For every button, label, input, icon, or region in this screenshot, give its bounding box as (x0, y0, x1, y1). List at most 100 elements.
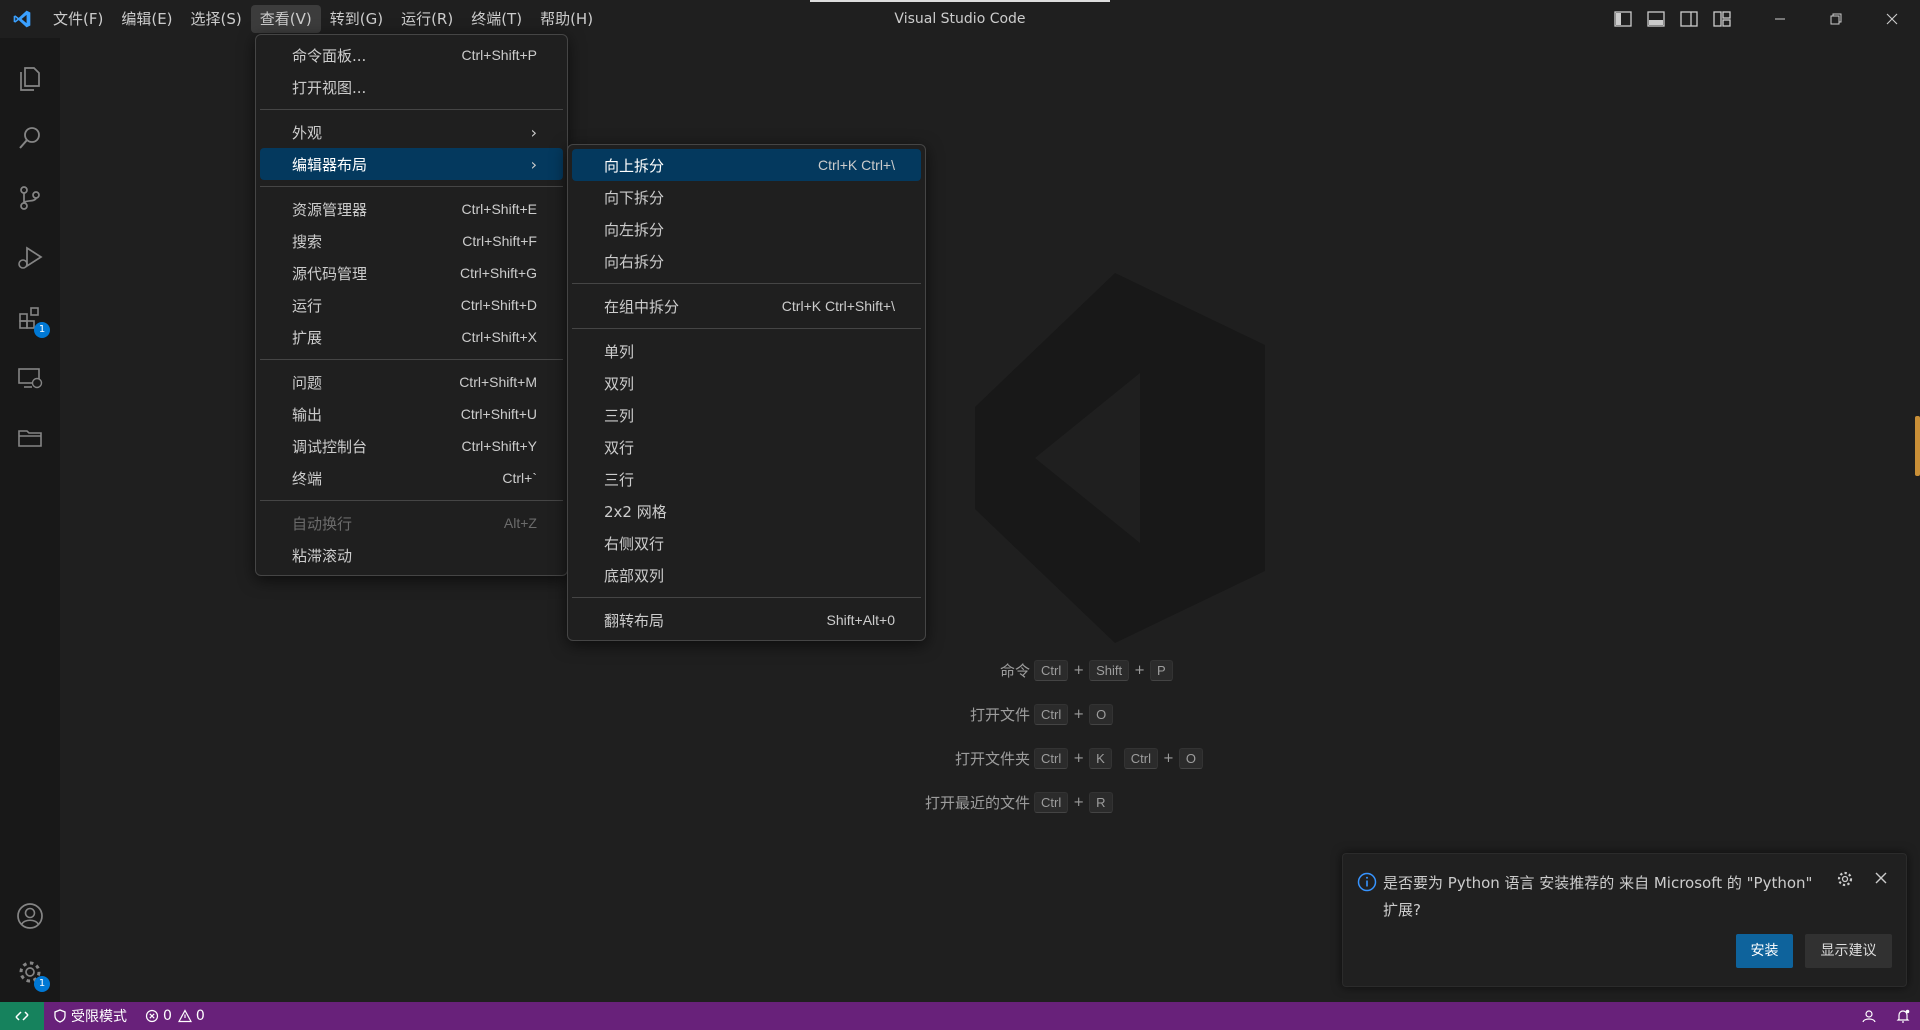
menu-item[interactable]: 在组中拆分 Ctrl+K Ctrl+Shift+\ (572, 290, 921, 322)
notification-toast: 是否要为 Python 语言 安装推荐的 来自 Microsoft 的 "Pyt… (1342, 853, 1907, 987)
close-icon[interactable] (1873, 870, 1889, 890)
menu-item-shortcut: Ctrl+Shift+M (459, 374, 537, 390)
menu-item[interactable]: 向右拆分 (572, 245, 921, 277)
plus-sign: + (1134, 662, 1146, 678)
feedback-icon[interactable] (1852, 1002, 1886, 1030)
problems-status[interactable]: 0 0 (136, 1002, 214, 1030)
welcome-shortcut-row[interactable]: 打开最近的文件 Ctrl + R (820, 790, 1320, 814)
toggle-secondary-sidebar-icon[interactable] (1672, 0, 1705, 38)
settings-gear-icon[interactable]: 1 (0, 944, 60, 1000)
explorer-icon[interactable] (0, 50, 60, 106)
source-control-icon[interactable] (0, 170, 60, 226)
menu-item[interactable]: 运行 Ctrl+Shift+D (260, 289, 563, 321)
menu-item[interactable]: 2x2 网格 (572, 495, 921, 527)
menubar-item[interactable]: 文件(F) (44, 5, 112, 33)
gear-icon[interactable] (1836, 870, 1854, 892)
remote-indicator-icon[interactable] (0, 1002, 44, 1030)
remote-explorer-icon[interactable] (0, 350, 60, 406)
welcome-shortcut-label[interactable]: 打开文件 (970, 704, 1030, 725)
menu-item-label: 问题 (292, 373, 323, 392)
menubar-item[interactable]: 选择(S) (182, 5, 251, 33)
menu-item[interactable]: 终端 Ctrl+` (260, 462, 563, 494)
menu-item[interactable]: 翻转布局 Shift+Alt+0 (572, 604, 921, 636)
welcome-shortcut-label[interactable]: 命令 (1000, 660, 1030, 681)
menu-item[interactable]: 三列 (572, 399, 921, 431)
menu-item[interactable]: 搜索 Ctrl+Shift+F (260, 225, 563, 257)
menu-item[interactable]: 三行 (572, 463, 921, 495)
restore-icon[interactable] (1808, 0, 1864, 38)
menu-item[interactable]: 问题 Ctrl+Shift+M (260, 366, 563, 398)
menu-item[interactable]: 输出 Ctrl+Shift+U (260, 398, 563, 430)
menu-item-shortcut: Ctrl+Shift+X (461, 329, 537, 345)
menu-item[interactable]: 双行 (572, 431, 921, 463)
menu-item-label: 扩展 (292, 328, 323, 347)
menu-item-label: 运行 (292, 296, 323, 315)
menubar-item[interactable]: 运行(R) (392, 5, 462, 33)
customize-layout-icon[interactable] (1705, 0, 1738, 38)
warning-icon (177, 1009, 192, 1023)
menu-item[interactable]: 底部双列 (572, 559, 921, 591)
welcome-shortcut-row[interactable]: 打开文件 Ctrl + O (820, 702, 1320, 726)
chevron-right-icon: › (530, 122, 537, 142)
menu-separator (572, 283, 921, 284)
welcome-shortcut-row[interactable]: 命令 Ctrl + Shift + P (820, 658, 1320, 682)
menu-item[interactable]: 粘滞滚动 (260, 539, 563, 571)
extensions-icon[interactable]: 1 (0, 290, 60, 346)
toggle-primary-sidebar-icon[interactable] (1606, 0, 1639, 38)
folder-icon[interactable] (0, 410, 60, 466)
menubar-item[interactable]: 终端(T) (462, 5, 531, 33)
notifications-bell-icon[interactable] (1886, 1002, 1920, 1030)
accounts-icon[interactable] (0, 888, 60, 944)
menu-item-label: 编辑器布局 (292, 155, 368, 174)
menu-item[interactable]: 打开视图... (260, 71, 563, 103)
toggle-panel-icon[interactable] (1639, 0, 1672, 38)
menubar-item[interactable]: 转到(G) (321, 5, 392, 33)
title-accent-line (810, 0, 1110, 2)
menu-item-label: 向左拆分 (604, 220, 665, 239)
menu-item[interactable]: 资源管理器 Ctrl+Shift+E (260, 193, 563, 225)
search-icon[interactable] (0, 110, 60, 166)
menu-item-label: 终端 (292, 469, 323, 488)
menu-item[interactable]: 向左拆分 (572, 213, 921, 245)
menu-item[interactable]: 双列 (572, 367, 921, 399)
menu-item[interactable]: 源代码管理 Ctrl+Shift+G (260, 257, 563, 289)
minimize-icon[interactable] (1752, 0, 1808, 38)
menu-bar: 文件(F) 编辑(E) 选择(S) 查看(V) 转到(G) 运行(R) 终端(T) 帮助(H) (44, 0, 602, 38)
welcome-shortcut-row[interactable]: 打开文件夹 Ctrl + K Ctrl + O (820, 746, 1320, 770)
menu-item[interactable]: 命令面板... Ctrl+Shift+P (260, 39, 563, 71)
menu-item-label: 三行 (604, 470, 635, 489)
menu-item-label: 搜索 (292, 232, 323, 251)
welcome-shortcut-label[interactable]: 打开文件夹 (955, 748, 1030, 769)
menu-item-label: 2x2 网格 (604, 502, 667, 521)
restricted-mode-status[interactable]: 受限模式 (44, 1002, 136, 1030)
key-cap: Ctrl (1034, 747, 1069, 769)
menu-item-label: 向上拆分 (604, 156, 665, 175)
menu-item-shortcut: Ctrl+K Ctrl+Shift+\ (781, 298, 895, 314)
menu-item[interactable]: 调试控制台 Ctrl+Shift+Y (260, 430, 563, 462)
menu-item-shortcut: Ctrl+Shift+G (459, 265, 537, 281)
settings-badge: 1 (34, 976, 50, 992)
menu-item-shortcut: Ctrl+Shift+Y (461, 438, 537, 454)
menu-item[interactable]: 向上拆分 Ctrl+K Ctrl+\ (572, 149, 921, 181)
menu-item-editor-layout[interactable]: 编辑器布局 › (260, 148, 563, 180)
show-recommendations-button[interactable]: 显示建议 (1805, 934, 1892, 968)
shield-icon (54, 1009, 66, 1023)
editor-layout-submenu: 向上拆分 Ctrl+K Ctrl+\ 向下拆分向左拆分向右拆分 在组中拆分 Ctrl+… (567, 144, 926, 641)
menu-item[interactable]: 向下拆分 (572, 181, 921, 213)
menubar-item[interactable]: 帮助(H) (531, 5, 602, 33)
key-cap: Ctrl (1123, 747, 1159, 769)
menu-item[interactable]: 右侧双行 (572, 527, 921, 559)
keybinding: Ctrl + K Ctrl + O (1034, 747, 1204, 769)
menu-item-appearance[interactable]: 外观 › (260, 116, 563, 148)
keybinding: Ctrl + R (1034, 791, 1113, 813)
menu-item[interactable]: 单列 (572, 335, 921, 367)
menu-item-label: 粘滞滚动 (292, 546, 353, 565)
run-debug-icon[interactable] (0, 230, 60, 286)
chevron-right-icon: › (530, 154, 537, 174)
welcome-shortcut-label[interactable]: 打开最近的文件 (925, 792, 1030, 813)
menubar-item[interactable]: 查看(V) (250, 5, 321, 33)
menubar-item[interactable]: 编辑(E) (112, 5, 181, 33)
install-button[interactable]: 安装 (1736, 934, 1793, 968)
menu-item[interactable]: 扩展 Ctrl+Shift+X (260, 321, 563, 353)
close-window-icon[interactable] (1864, 0, 1920, 38)
